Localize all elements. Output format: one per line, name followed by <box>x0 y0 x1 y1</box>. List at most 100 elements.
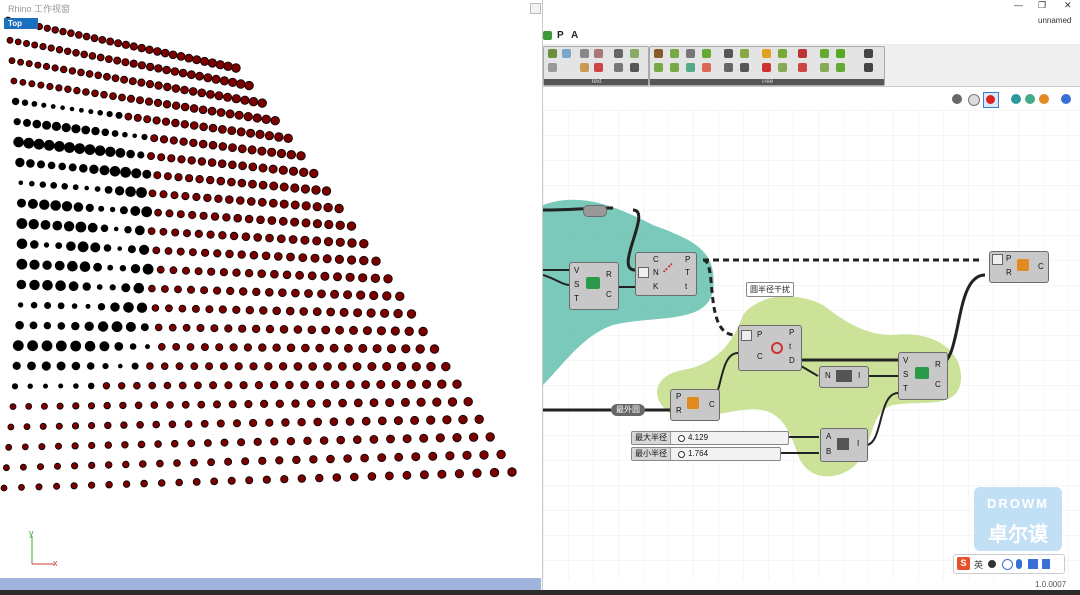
preview-off-icon[interactable] <box>968 94 980 106</box>
input-pin[interactable]: S <box>903 370 908 379</box>
tree-tool-icon[interactable] <box>762 49 771 58</box>
input-pin[interactable]: C <box>757 352 763 361</box>
tree-tool-icon[interactable] <box>836 63 845 72</box>
text-tool-icon[interactable] <box>614 63 623 72</box>
close-icon[interactable]: ✕ <box>1064 0 1072 11</box>
skin-icon[interactable] <box>1042 559 1050 569</box>
sogou-ime-icon[interactable]: S <box>957 557 970 570</box>
tree-tool-icon[interactable] <box>864 63 873 72</box>
output-pin[interactable]: I <box>858 371 860 380</box>
text-tool-icon[interactable] <box>580 49 589 58</box>
tree-tool-icon[interactable] <box>740 49 749 58</box>
preview-teal-icon[interactable] <box>1011 94 1021 104</box>
outer-circle-param[interactable]: 最外圆 <box>611 404 645 416</box>
tree-tool-icon[interactable] <box>686 49 695 58</box>
sort-component-2[interactable]: V S T R C <box>898 352 948 400</box>
preview-wireframe-icon[interactable] <box>952 94 962 104</box>
tree-tool-icon[interactable] <box>778 49 787 58</box>
group-label-panel[interactable]: 圆半径干扰 <box>746 282 794 297</box>
construct-domain-component[interactable]: A B I <box>820 428 868 462</box>
tree-tool-icon[interactable] <box>864 49 873 58</box>
input-pin[interactable]: S <box>574 280 579 289</box>
microphone-icon[interactable] <box>1016 559 1022 569</box>
input-pin[interactable]: V <box>903 356 908 365</box>
text-tool-icon[interactable] <box>630 49 639 58</box>
circle-component-output[interactable]: P R C <box>989 251 1049 283</box>
tree-tool-icon[interactable] <box>670 63 679 72</box>
input-pin[interactable]: C <box>653 255 659 264</box>
input-pin[interactable]: T <box>574 294 579 303</box>
text-tool-icon[interactable] <box>594 63 603 72</box>
output-pin[interactable]: R <box>935 360 941 369</box>
text-tool-icon[interactable] <box>594 49 603 58</box>
restore-icon[interactable]: ❐ <box>1038 0 1046 11</box>
slider-min-radius[interactable]: 最小半径 1.764 <box>631 447 781 461</box>
tree-tool-icon[interactable] <box>820 49 829 58</box>
text-tool-icon[interactable] <box>630 63 639 72</box>
remap-numbers-component[interactable]: N I <box>819 366 869 388</box>
slider-max-radius[interactable]: 最大半径 4.129 <box>631 431 789 445</box>
input-pin[interactable]: V <box>574 266 579 275</box>
input-pin[interactable]: P <box>676 392 681 401</box>
tree-tool-icon[interactable] <box>654 63 663 72</box>
input-pin[interactable]: K <box>653 282 658 291</box>
ime-language[interactable]: 英 <box>974 558 983 571</box>
slider-grip[interactable] <box>678 435 685 442</box>
output-pin[interactable]: T <box>685 268 690 277</box>
tree-tool-icon[interactable] <box>702 63 711 72</box>
circle-component[interactable]: P R C <box>670 389 720 421</box>
tree-tool-icon[interactable] <box>740 63 749 72</box>
viewport-label[interactable]: Top <box>4 18 38 29</box>
input-pin[interactable]: P <box>757 330 762 339</box>
input-pin[interactable]: R <box>676 406 682 415</box>
text-tool-icon[interactable] <box>580 63 589 72</box>
tab-p[interactable]: P <box>557 30 564 41</box>
slider-grip[interactable] <box>678 451 685 458</box>
output-pin[interactable]: t <box>789 342 791 351</box>
tree-tool-icon[interactable] <box>670 49 679 58</box>
tree-tool-icon[interactable] <box>798 63 807 72</box>
tree-tool-icon[interactable] <box>654 49 663 58</box>
output-pin[interactable]: C <box>1038 262 1044 271</box>
output-pin[interactable]: I <box>857 439 859 448</box>
text-tool-icon[interactable] <box>614 49 623 58</box>
ime-toolbar[interactable]: S 英 <box>953 554 1065 574</box>
preview-orange-icon[interactable] <box>1039 94 1049 104</box>
tab-a[interactable]: A <box>571 30 578 41</box>
gh-logo-icon[interactable] <box>543 31 552 40</box>
punctuation-icon[interactable] <box>988 560 996 568</box>
input-pin[interactable]: B <box>826 447 831 456</box>
tree-tool-icon[interactable] <box>762 63 771 72</box>
output-pin[interactable]: D <box>789 356 795 365</box>
input-pin[interactable]: N <box>653 268 659 277</box>
relay-node[interactable] <box>583 205 607 217</box>
emoji-icon[interactable] <box>1002 559 1013 570</box>
output-pin[interactable]: C <box>709 400 715 409</box>
input-pin[interactable]: N <box>825 371 831 380</box>
output-pin[interactable]: t <box>685 282 687 291</box>
tree-tool-icon[interactable] <box>836 49 845 58</box>
output-pin[interactable]: C <box>935 380 941 389</box>
curve-closest-point-component[interactable]: P C P t D <box>738 325 802 371</box>
preview-green-icon[interactable] <box>1025 94 1035 104</box>
display-sphere-icon[interactable] <box>1061 94 1071 104</box>
output-pin[interactable]: R <box>606 270 612 279</box>
output-pin[interactable]: P <box>685 255 690 264</box>
tree-tool-icon[interactable] <box>724 63 733 72</box>
output-pin[interactable]: C <box>606 290 612 299</box>
keyboard-icon[interactable] <box>1028 559 1038 569</box>
tree-tool-icon[interactable] <box>820 63 829 72</box>
tree-tool-icon[interactable] <box>798 49 807 58</box>
tree-tool-icon[interactable] <box>686 63 695 72</box>
text-tool-icon[interactable] <box>548 49 557 58</box>
divide-curve-component[interactable]: C N K P T t <box>635 252 697 296</box>
tree-tool-icon[interactable] <box>702 49 711 58</box>
text-tool-icon[interactable] <box>548 63 557 72</box>
input-pin[interactable]: T <box>903 384 908 393</box>
tree-tool-icon[interactable] <box>778 63 787 72</box>
text-tool-icon[interactable] <box>562 49 571 58</box>
minimize-icon[interactable]: — <box>1014 0 1023 10</box>
sort-component-1[interactable]: V S T R C <box>569 262 619 310</box>
output-pin[interactable]: P <box>789 328 794 337</box>
input-pin[interactable]: A <box>826 432 831 441</box>
